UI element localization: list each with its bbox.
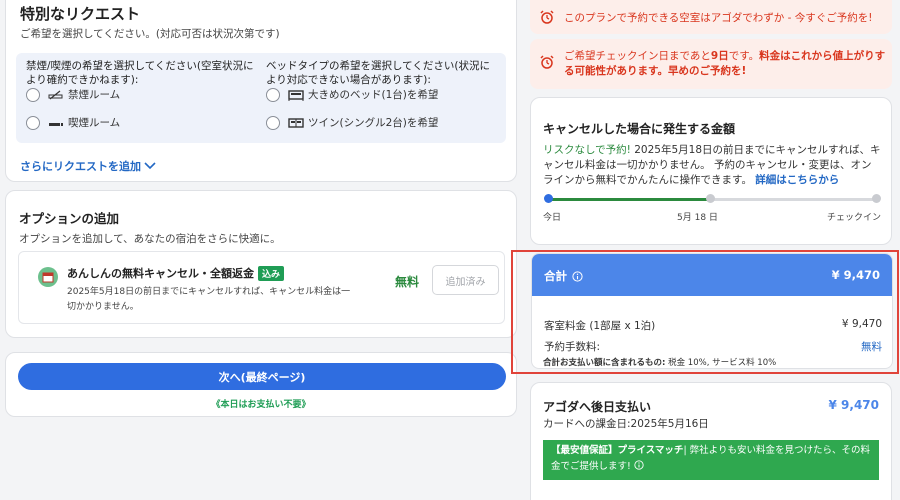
timeline-label-deadline: 5月 18 日	[677, 213, 718, 223]
smoking-group-title: 禁煙/喫煙の希望を選択してください(空室状況により確約できかねます):	[26, 60, 254, 86]
double-bed-icon	[288, 89, 304, 101]
timeline-label-checkin: チェックイン	[827, 213, 882, 223]
cancellation-timeline	[544, 194, 881, 203]
alarm-clock-icon	[540, 10, 554, 24]
booking-fee-value: 無料	[861, 341, 882, 353]
risk-free-text: リスクなしで予約!	[543, 144, 631, 156]
option-description: 2025年5月18日の前日までにキャンセルすれば、キャンセル料金は一切かかりませ…	[67, 287, 351, 312]
cancellation-title: キャンセルした場合に発生する金額	[543, 122, 736, 136]
price-match-banner: 【最安値保証】プライスマッチ| 弊社よりも安い料金を見つけたら、その料金でご提供…	[543, 440, 879, 480]
info-icon[interactable]	[572, 270, 583, 282]
special-requests-card: 特別なリクエスト ご希望を選択してください。(対応可否は状況次第です) 禁煙/喫…	[5, 0, 517, 182]
option-smoking[interactable]: 喫煙ルーム	[26, 115, 120, 130]
large-bed-radio[interactable]	[266, 87, 280, 102]
booking-fee-row: 予約手数料: 無料	[544, 339, 882, 354]
availability-alert-text: このプランで予約できる空室はアゴダでわずか - 今すぐご予約を!	[564, 12, 873, 24]
charge-date: カードへの課金日:2025年5月16日	[543, 418, 709, 430]
special-requests-title: 特別なリクエスト	[20, 5, 141, 23]
add-more-requests-label: さらにリクエストを追加	[20, 160, 141, 173]
twin-bed-label: ツイン(シングル2台)を希望	[308, 117, 439, 129]
total-amount: ¥ 9,470	[831, 268, 880, 282]
total-highlight: 合計 ¥ 9,470 客室料金 (1部屋 x 1泊) ¥ 9,470 予約手数料…	[511, 250, 899, 374]
add-more-requests-link[interactable]: さらにリクエストを追加	[20, 158, 156, 174]
option-name: あんしんの無料キャンセル・全額返金 込み	[67, 265, 285, 281]
twin-bed-radio[interactable]	[266, 115, 280, 130]
timeline-dot-deadline	[706, 194, 715, 203]
price-alert: ご希望チェックイン日まであと9日です。料金はこれから値上がりする可能性があります…	[530, 39, 892, 89]
price-alert-text: ご希望チェックイン日まであと9日です。料金はこれから値上がりする可能性があります…	[564, 49, 889, 79]
option-name-text: あんしんの無料キャンセル・全額返金	[67, 267, 254, 280]
options-subtitle: オプションを追加して、あなたの宿泊をさらに快適に。	[19, 233, 281, 245]
free-cancel-option: あんしんの無料キャンセル・全額返金 込み 2025年5月18日の前日までにキャン…	[18, 251, 505, 324]
total-label: 合計	[544, 269, 567, 283]
bed-group-title: ベッドタイプの希望を選択してください(状況により対応できない場合があります):	[266, 60, 490, 86]
no-payment-note: 《本日はお支払い不要》	[211, 400, 311, 410]
details-link[interactable]: 詳細はこちらから	[755, 174, 839, 186]
tax-note-text: 税金 10%, サービス料 10%	[668, 358, 777, 368]
next-step-card: 次へ(最終ページ) 《本日はお支払い不要》	[5, 352, 517, 417]
tax-note: 合計お支払い額に含まれるもの: 税金 10%, サービス料 10%	[543, 356, 776, 368]
option-price: 無料	[395, 275, 420, 289]
twin-bed-icon	[288, 117, 304, 128]
option-non-smoking[interactable]: 禁煙ルーム	[26, 87, 120, 102]
option-twin-bed[interactable]: ツイン(シングル2台)を希望	[266, 115, 438, 130]
next-button[interactable]: 次へ(最終ページ)	[18, 363, 506, 390]
added-button[interactable]: 追加済み	[432, 265, 499, 295]
smoking-label: 喫煙ルーム	[68, 117, 121, 129]
info-icon[interactable]	[634, 460, 644, 470]
price-alert-text-b: です。	[728, 50, 760, 62]
smoking-icon	[49, 122, 63, 126]
price-match-bold: 【最安値保証】プライスマッチ	[551, 445, 684, 456]
cancellation-card: キャンセルした場合に発生する金額 リスクなしで予約! 2025年5月18日の前日…	[530, 97, 892, 245]
large-bed-label: 大きめのベッド(1台)を希望	[308, 89, 439, 101]
days-left: 9日	[710, 50, 729, 62]
pay-later-title: アゴダへ後日支払い	[543, 400, 652, 414]
calendar-icon	[38, 267, 58, 287]
total-header: 合計 ¥ 9,470	[532, 254, 892, 296]
option-large-bed[interactable]: 大きめのベッド(1台)を希望	[266, 87, 438, 102]
options-title: オプションの追加	[19, 211, 120, 226]
timeline-dot-checkin	[872, 194, 881, 203]
price-alert-text-a: ご希望チェックイン日まであと	[564, 50, 711, 62]
room-charge-label: 客室料金 (1部屋 x 1泊)	[544, 320, 656, 332]
requests-panel: 禁煙/喫煙の希望を選択してください(空室状況により確約できかねます): 禁煙ルー…	[16, 53, 506, 143]
special-requests-subtitle: ご希望を選択してください。(対応可否は状況次第です)	[20, 28, 280, 40]
smoking-radio[interactable]	[26, 115, 40, 130]
booking-fee-label: 予約手数料:	[544, 341, 601, 353]
timeline-label-today: 今日	[543, 213, 562, 223]
included-badge: 込み	[258, 265, 285, 281]
non-smoking-radio[interactable]	[26, 87, 40, 102]
pay-later-card: アゴダへ後日支払い ¥ 9,470 カードへの課金日:2025年5月16日 【最…	[530, 382, 892, 500]
availability-alert: このプランで予約できる空室はアゴダでわずか - 今すぐご予約を!	[530, 0, 892, 34]
total-label-wrap: 合計	[544, 268, 583, 284]
timeline-dot-today	[544, 194, 553, 203]
chevron-down-icon	[144, 162, 156, 170]
room-charge-row: 客室料金 (1部屋 x 1泊) ¥ 9,470	[544, 318, 882, 333]
cancellation-text: リスクなしで予約! 2025年5月18日の前日までにキャンセルすれば、キャンセル…	[543, 143, 881, 188]
no-smoking-icon	[48, 90, 63, 99]
pay-later-amount: ¥ 9,470	[828, 398, 879, 412]
alarm-clock-icon	[540, 55, 554, 69]
total-card: 合計 ¥ 9,470 客室料金 (1部屋 x 1泊) ¥ 9,470 予約手数料…	[531, 253, 893, 369]
non-smoking-label: 禁煙ルーム	[68, 89, 121, 101]
room-charge-amount: ¥ 9,470	[841, 318, 882, 330]
options-card: オプションの追加 オプションを追加して、あなたの宿泊をさらに快適に。 あんしんの…	[5, 190, 517, 338]
tax-note-bold: 合計お支払い額に含まれるもの:	[543, 358, 666, 368]
